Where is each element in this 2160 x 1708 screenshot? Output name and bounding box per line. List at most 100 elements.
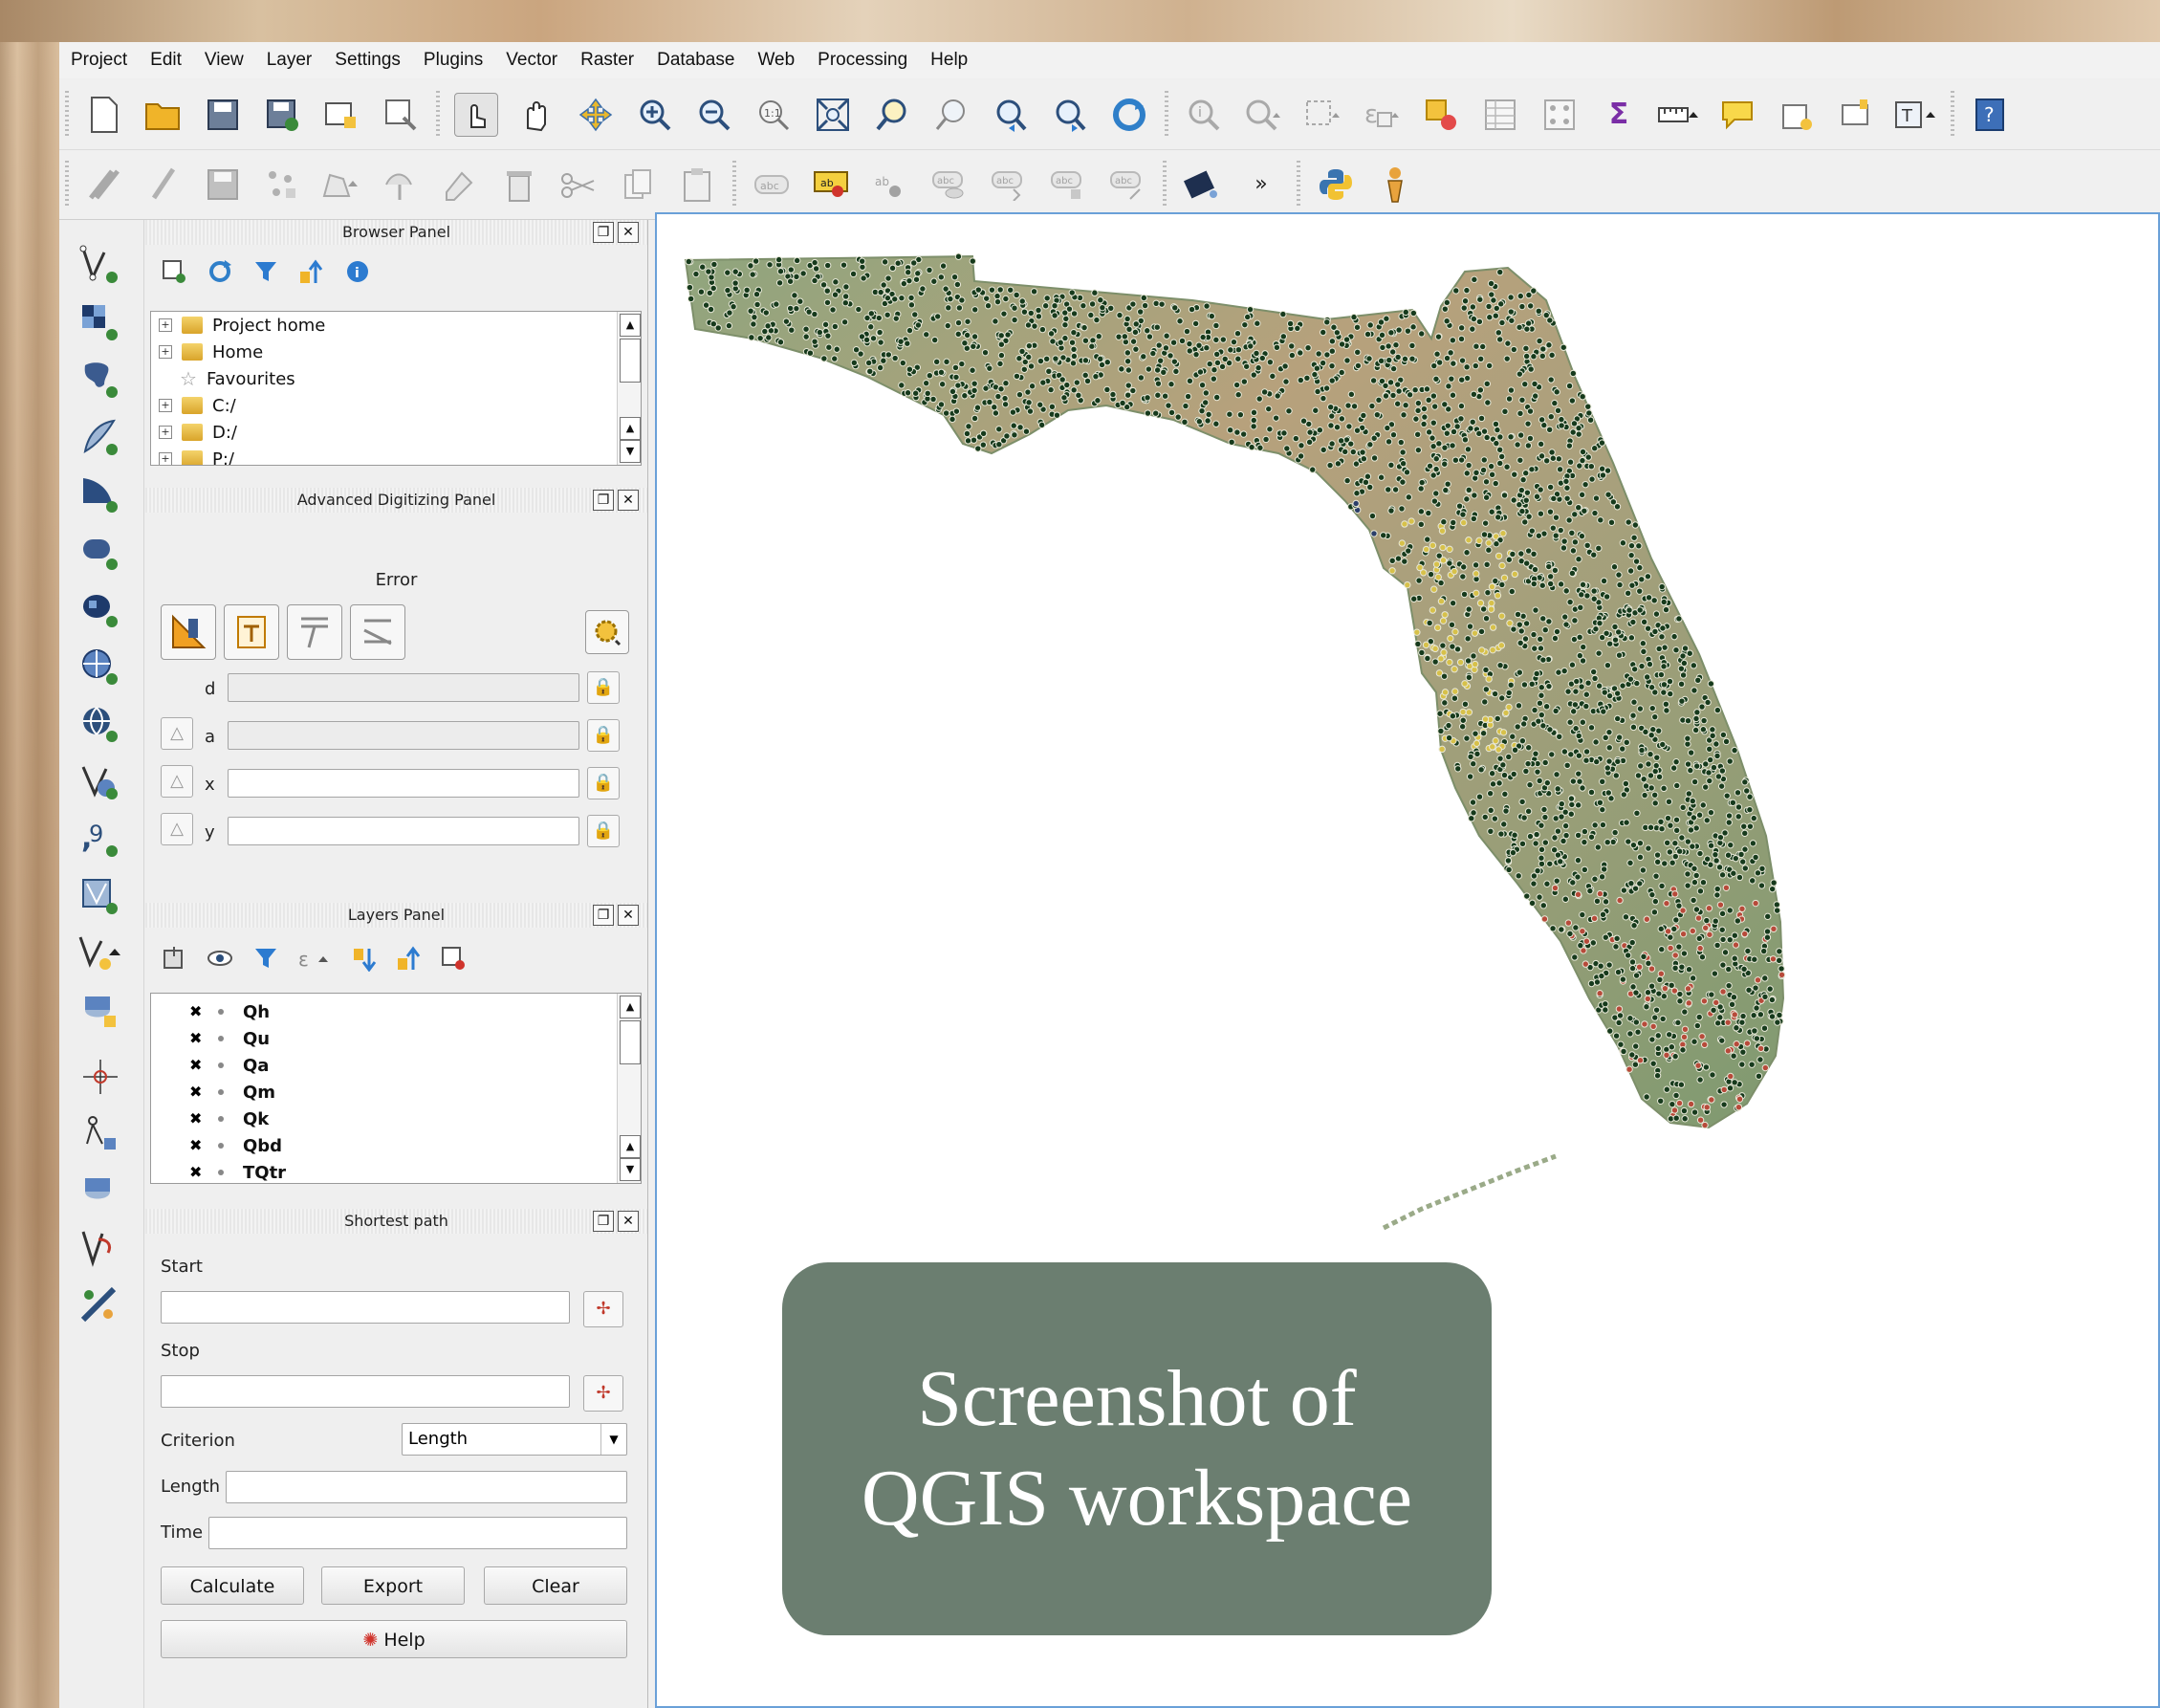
scroll-up-icon[interactable]: ▲	[620, 996, 641, 1018]
zoom-last-icon[interactable]	[990, 94, 1032, 136]
zoom-native-icon[interactable]: 1:1	[753, 94, 795, 136]
zoom-to-layer-icon[interactable]	[930, 94, 972, 136]
menu-view[interactable]: View	[193, 50, 255, 71]
scroll-down-icon[interactable]: ▼	[620, 1158, 641, 1181]
add-db2-layer-icon[interactable]	[76, 587, 124, 633]
toggle-editing-icon[interactable]	[142, 164, 185, 206]
menu-edit[interactable]: Edit	[139, 50, 193, 71]
clear-button[interactable]: Clear	[484, 1566, 627, 1605]
attribute-table-icon[interactable]	[1479, 94, 1521, 136]
add-selected-layers-icon[interactable]	[161, 258, 187, 292]
move-label-icon[interactable]: abc	[988, 164, 1030, 206]
enable-digitizing-tools-icon[interactable]	[161, 604, 216, 660]
pan-map-icon[interactable]	[515, 94, 557, 136]
current-edits-icon[interactable]	[83, 164, 125, 206]
layer-item[interactable]: ✖ Qbd	[151, 1132, 641, 1159]
refresh-icon[interactable]	[1108, 94, 1150, 136]
zoom-to-selection-icon[interactable]	[871, 94, 913, 136]
cut-features-icon[interactable]	[557, 164, 600, 206]
trash-icon[interactable]	[498, 164, 540, 206]
add-wms-layer-icon[interactable]	[76, 645, 124, 690]
capture-start-point-icon[interactable]: ✢	[583, 1291, 623, 1327]
stop-input[interactable]	[161, 1375, 570, 1408]
expand-icon[interactable]: +	[159, 426, 172, 439]
rotate-label-icon[interactable]: abc	[1047, 164, 1089, 206]
layer-checkbox[interactable]: ✖	[189, 1031, 205, 1046]
layers-scrollbar[interactable]: ▲ ▲ ▼	[617, 994, 641, 1183]
menu-raster[interactable]: Raster	[569, 50, 645, 71]
show-hide-labels-icon[interactable]: abc	[928, 164, 971, 206]
new-shapefile-layer-icon[interactable]	[76, 931, 124, 977]
pin-labels-icon[interactable]: ab	[810, 164, 852, 206]
tree-item-c-drive[interactable]: + C:/	[151, 392, 641, 419]
zoom-next-icon[interactable]	[1049, 94, 1091, 136]
info-icon[interactable]: i	[344, 258, 371, 292]
a-relative-icon[interactable]: △	[161, 717, 193, 750]
scroll-thumb[interactable]	[620, 339, 641, 383]
construction-mode-icon[interactable]	[224, 604, 279, 660]
layer-checkbox[interactable]: ✖	[189, 1084, 205, 1100]
select-rectangle-icon[interactable]	[1301, 94, 1343, 136]
tree-item-d-drive[interactable]: + D:/	[151, 419, 641, 446]
menu-database[interactable]: Database	[645, 50, 746, 71]
expand-icon[interactable]: +	[159, 452, 172, 465]
parallel-icon[interactable]	[287, 604, 342, 660]
show-bookmarks-icon[interactable]	[1835, 94, 1877, 136]
float-panel-icon[interactable]: ❐	[593, 222, 614, 243]
close-panel-icon[interactable]: ✕	[618, 905, 639, 926]
highlight-pinned-labels-icon[interactable]: ab	[869, 164, 911, 206]
add-vector-layer-icon[interactable]	[76, 243, 124, 289]
menu-plugins[interactable]: Plugins	[412, 50, 494, 71]
help-button[interactable]: ✺ Help	[161, 1620, 627, 1658]
copy-features-icon[interactable]	[617, 164, 659, 206]
refresh-browser-icon[interactable]	[207, 258, 233, 292]
add-gps-icon[interactable]	[76, 989, 124, 1035]
select-by-expression-icon[interactable]: ε	[1361, 94, 1403, 136]
a-input[interactable]	[228, 721, 579, 750]
tree-item-favourites[interactable]: ☆ Favourites	[151, 365, 641, 392]
touch-zoom-pan-icon[interactable]	[454, 93, 498, 137]
float-panel-icon[interactable]: ❐	[593, 1211, 614, 1232]
menu-layer[interactable]: Layer	[255, 50, 324, 71]
layer-item[interactable]: ✖ Qm	[151, 1079, 641, 1106]
x-relative-icon[interactable]: △	[161, 765, 193, 798]
layer-item[interactable]: ✖ Qk	[151, 1106, 641, 1132]
manage-visibility-icon[interactable]	[207, 945, 235, 975]
add-wcs-layer-icon[interactable]	[76, 702, 124, 748]
filter-by-expression-icon[interactable]: ε	[296, 945, 335, 975]
add-spatialite-layer-icon[interactable]	[76, 415, 124, 461]
deselect-icon[interactable]	[1420, 94, 1462, 136]
statistical-summary-icon[interactable]: Σ	[1598, 94, 1640, 136]
new-print-composer-icon[interactable]	[320, 94, 362, 136]
add-oracle-layer-icon[interactable]	[76, 530, 124, 576]
digitizing-settings-icon[interactable]	[585, 610, 629, 654]
a-lock-icon[interactable]: 🔒	[587, 719, 620, 752]
plugin-shortcut-icon[interactable]	[1181, 164, 1223, 206]
tree-item-home[interactable]: + Home	[151, 339, 641, 365]
zoom-out-icon[interactable]	[693, 94, 735, 136]
close-panel-icon[interactable]: ✕	[618, 222, 639, 243]
menu-web[interactable]: Web	[746, 50, 806, 71]
add-wfs-layer-icon[interactable]	[76, 759, 124, 805]
save-layer-edits-icon[interactable]	[202, 164, 244, 206]
layer-item[interactable]: ✖ TQtr	[151, 1159, 641, 1183]
identify-icon[interactable]: i	[1183, 94, 1225, 136]
composer-manager-icon[interactable]	[380, 94, 422, 136]
scroll-thumb[interactable]	[620, 1020, 641, 1064]
capture-coordinates-icon[interactable]	[76, 1054, 124, 1100]
map-tips-icon[interactable]	[1716, 94, 1758, 136]
move-feature-icon[interactable]	[320, 164, 362, 206]
scroll-up-icon[interactable]: ▲	[620, 417, 641, 440]
length-output[interactable]	[226, 1471, 627, 1503]
capture-stop-point-icon[interactable]: ✢	[583, 1375, 623, 1412]
filter-legend-icon[interactable]	[252, 945, 279, 975]
float-panel-icon[interactable]: ❐	[593, 490, 614, 511]
y-lock-icon[interactable]: 🔒	[587, 815, 620, 847]
expand-icon[interactable]: +	[159, 399, 172, 412]
add-delimited-text-layer-icon[interactable]: ,9	[76, 817, 124, 863]
whats-this-help-icon[interactable]: ?	[1969, 94, 2011, 136]
layer-checkbox[interactable]: ✖	[189, 1058, 205, 1073]
open-layer-styling-icon[interactable]	[161, 945, 189, 975]
menu-project[interactable]: Project	[59, 50, 139, 71]
perpendicular-icon[interactable]	[350, 604, 405, 660]
